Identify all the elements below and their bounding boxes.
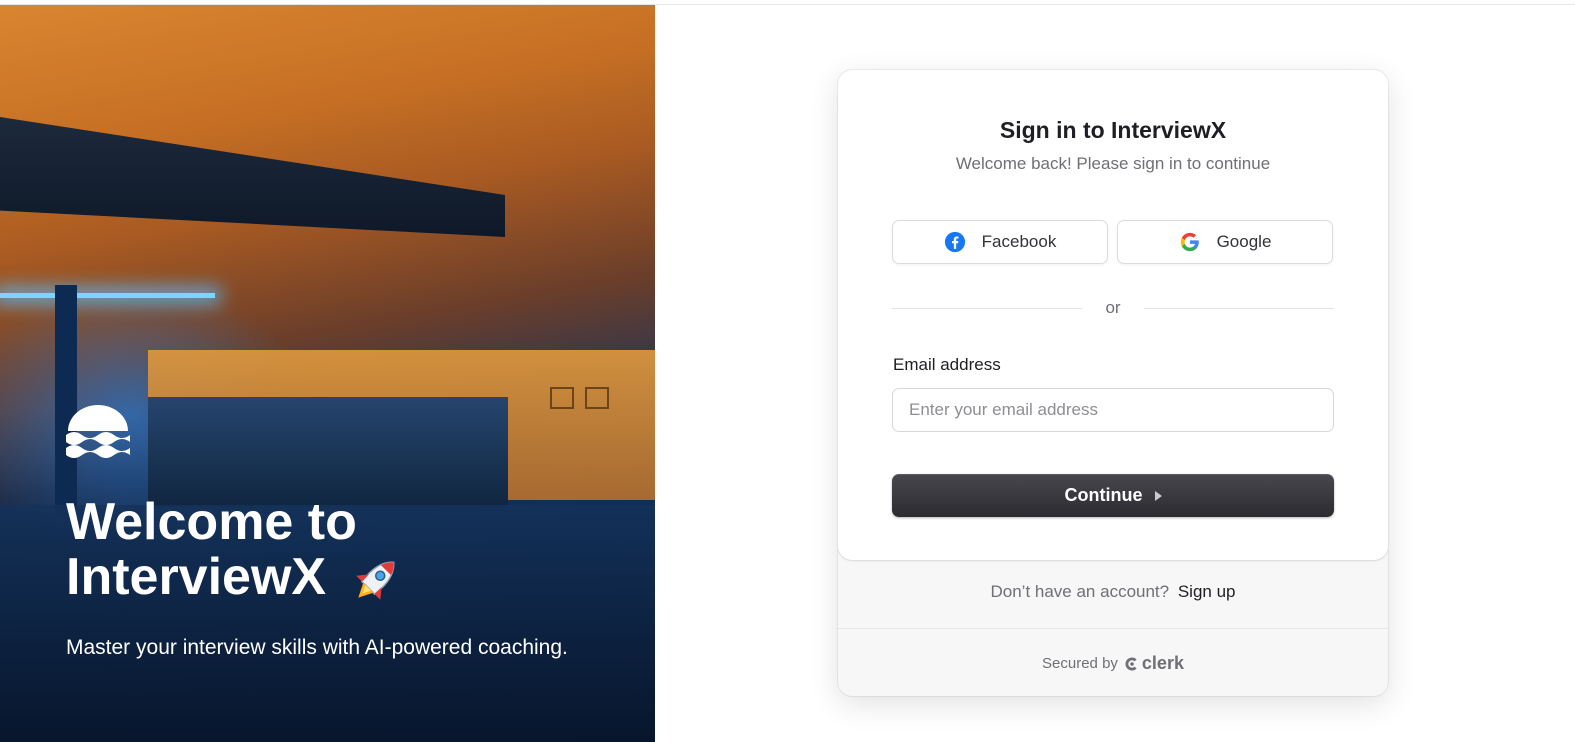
card-subtitle: Welcome back! Please sign in to continue [955,154,1271,173]
rocket-icon [355,561,394,601]
sign-in-card: Sign in to InterviewX Welcome back! Plea… [838,70,1388,696]
email-label: Email address [893,355,1001,374]
hero-subtitle: Master your interview skills with AI-pow… [66,636,568,659]
google-button[interactable]: Google [1117,220,1333,264]
hero-title-line1: Welcome to [66,493,357,551]
clerk-brand-text: clerk [1141,653,1184,673]
hero-title-line2: InterviewX [66,548,327,606]
facebook-button[interactable]: Facebook [892,220,1108,264]
secured-by-text: Secured by [1042,655,1118,672]
hero-window [585,387,609,409]
hero-storefront [148,397,508,507]
hero-panel: Welcome to InterviewX Master your interv… [0,5,655,742]
hero-title-line2-wrap: InterviewX [66,550,626,609]
clerk-logo[interactable]: clerk [1124,653,1184,674]
caret-right-icon [1154,490,1162,501]
sign-up-link[interactable]: Sign up [1178,582,1236,601]
hero-canopy [0,117,505,237]
facebook-icon [944,231,965,253]
hero-canopy-light [0,293,215,298]
continue-button[interactable]: Continue [892,474,1334,517]
continue-label: Continue [1064,485,1143,505]
hero-pillar [55,285,77,515]
sign-in-card-body: Sign in to InterviewX Welcome back! Plea… [838,70,1388,560]
footer-divider [838,628,1388,629]
google-label: Google [1216,232,1272,251]
divider-line-right [1144,308,1334,309]
hero-title: Welcome to InterviewX [66,495,626,609]
facebook-label: Facebook [981,232,1057,251]
waves-sun-logo-icon [66,405,130,458]
signup-prompt: Don’t have an account? Sign up [838,582,1388,602]
google-icon [1180,232,1199,252]
signup-prompt-text: Don’t have an account? [990,582,1170,601]
hero-window [550,387,574,409]
or-divider: or [892,298,1334,318]
secured-by: Secured by clerk [838,653,1388,674]
card-title: Sign in to InterviewX [999,117,1227,143]
email-input[interactable] [892,388,1334,432]
clerk-logo-icon [1125,657,1137,670]
